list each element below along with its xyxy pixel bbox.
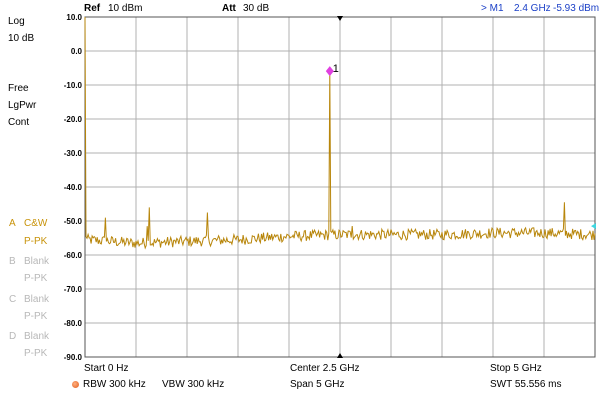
y-tick-label: -50.0 [64, 217, 83, 226]
center-top-triangle-icon [337, 16, 343, 21]
rbw-setting: RBW 300 kHz [72, 379, 146, 390]
y-tick-label: 0.0 [71, 47, 83, 56]
y-tick-label: -70.0 [64, 285, 83, 294]
y-tick-label: -40.0 [64, 183, 83, 192]
y-tick-label: 10.0 [66, 13, 82, 22]
marker-1-label: 1 [333, 63, 339, 75]
sweep-time: SWT 55.556 ms [490, 379, 562, 390]
trace-edge-arrow-icon [591, 223, 596, 230]
rbw-indicator-icon [72, 381, 79, 388]
y-tick-label: -30.0 [64, 149, 83, 158]
y-tick-labels: 10.0 0.0 -10.0 -20.0 -30.0 -40.0 -50.0 -60.0 -70… [64, 13, 83, 362]
y-tick-label: -90.0 [64, 353, 83, 362]
y-tick-label: -60.0 [64, 251, 83, 260]
center-frequency: Center 2.5 GHz [290, 363, 360, 374]
stop-frequency: Stop 5 GHz [490, 363, 542, 374]
start-frequency: Start 0 Hz [84, 363, 129, 374]
y-tick-label: -80.0 [64, 319, 83, 328]
rbw-value: RBW 300 kHz [83, 379, 146, 390]
vbw-setting: VBW 300 kHz [162, 379, 225, 390]
center-bottom-triangle-icon [337, 353, 343, 358]
y-tick-label: -20.0 [64, 115, 83, 124]
grid [84, 16, 596, 358]
y-tick-label: -10.0 [64, 81, 83, 90]
span-setting: Span 5 GHz [290, 379, 345, 390]
marker-layer: 1 [325, 63, 596, 230]
spectrum-plot[interactable]: 10.0 0.0 -10.0 -20.0 -30.0 -40.0 -50.0 -60.0 -70… [0, 0, 600, 408]
